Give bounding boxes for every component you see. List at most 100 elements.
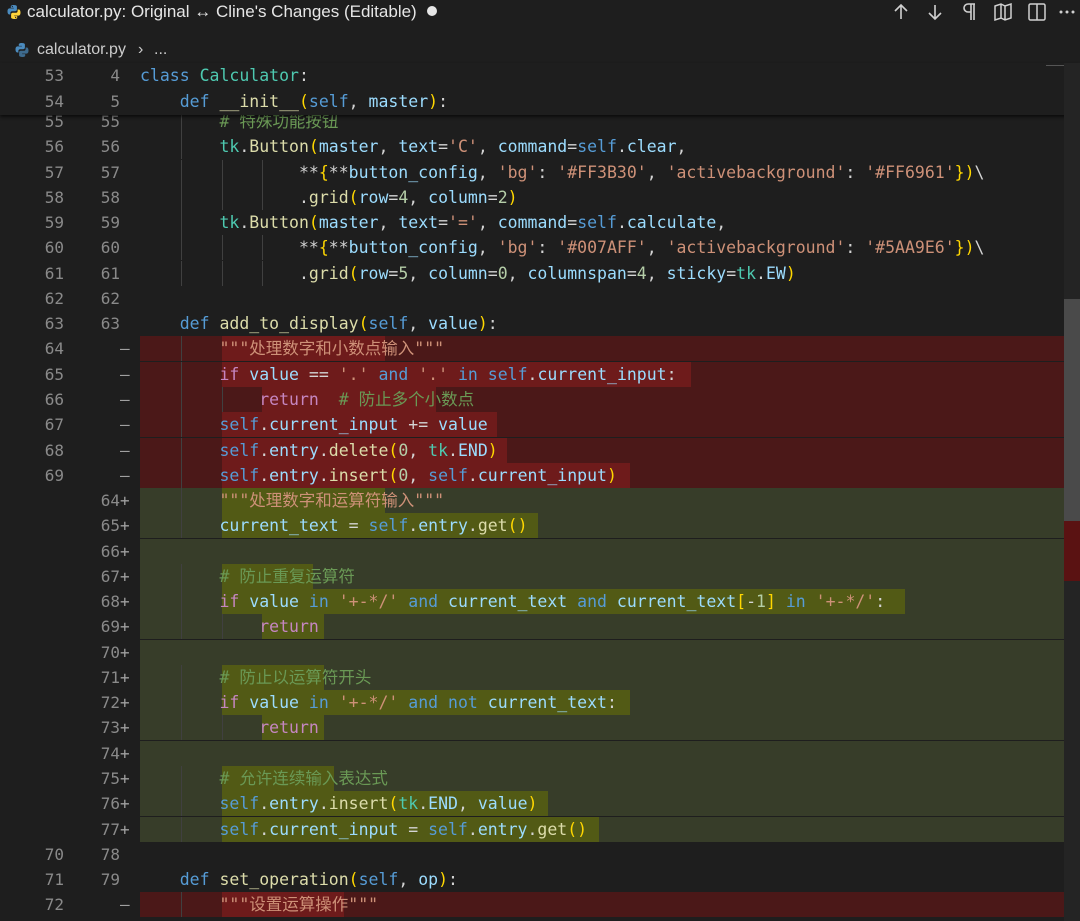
code-text: self.entry.insert(tk.END, value) xyxy=(219,794,538,814)
plus-icon: + xyxy=(120,642,130,662)
minus-icon: — xyxy=(120,339,130,359)
modified-line-number: 62 xyxy=(100,288,120,308)
modified-line-number: 78 xyxy=(100,844,120,864)
inserted-line[interactable]: 65 + current_text = self.entry.get() xyxy=(0,513,1080,539)
code-line[interactable]: 53 4 class Calculator: xyxy=(0,63,1080,88)
deleted-line[interactable]: 65 — if value == '.' and '.' in self.curr… xyxy=(0,361,1080,387)
code-line[interactable]: 61 61 .grid(row=5, column=0, columnspan=4… xyxy=(0,260,1080,286)
modified-line-number: 60 xyxy=(100,238,120,258)
code-text: """处理数字和小数点输入""" xyxy=(219,339,445,359)
editor-tab[interactable]: calculator.py: Original ↔ Cline's Change… xyxy=(0,0,1080,26)
code-text: return xyxy=(259,718,319,738)
original-line-number: 71 xyxy=(44,870,64,890)
inserted-line[interactable]: 70 + xyxy=(0,639,1080,665)
code-line[interactable]: 58 58 .grid(row=4, column=2) xyxy=(0,184,1080,210)
arrow-down-icon[interactable] xyxy=(922,0,948,24)
minus-icon: — xyxy=(120,364,130,384)
plus-icon: + xyxy=(120,491,130,511)
inserted-line[interactable]: 72 + if value in '+-*/' and not current_t… xyxy=(0,690,1080,716)
minus-icon: — xyxy=(120,895,130,915)
original-line-number: 56 xyxy=(44,137,64,157)
arrow-up-icon[interactable] xyxy=(888,0,914,24)
breadcrumb-symbols[interactable]: ... xyxy=(154,41,167,59)
code-text: if value in '+-*/' and not current_text: xyxy=(219,693,617,713)
inserted-line[interactable]: 69 + return xyxy=(0,614,1080,640)
deleted-line[interactable]: 67 — self.current_input += value xyxy=(0,412,1080,438)
plus-icon: + xyxy=(120,693,130,713)
code-line[interactable]: 57 57 **{**button_config, 'bg': '#FF3B30'… xyxy=(0,159,1080,185)
inserted-line[interactable]: 75 + # 允许连续输入表达式 xyxy=(0,766,1080,792)
modified-line-number: 70 xyxy=(100,642,120,662)
code-line[interactable]: 71 79 def set_operation(self, op): xyxy=(0,867,1080,892)
plus-icon: + xyxy=(120,667,130,687)
plus-icon: + xyxy=(120,794,130,814)
deleted-line[interactable]: 69 — self.entry.insert(0, self.current_in… xyxy=(0,462,1080,488)
overview-ruler-line xyxy=(1046,65,1064,66)
inserted-line[interactable]: 66 + xyxy=(0,538,1080,564)
modified-line-number: 75 xyxy=(100,769,120,789)
modified-line-number: 68 xyxy=(100,592,120,612)
scrollbar-thumb[interactable] xyxy=(1064,299,1080,521)
code-line[interactable]: 62 62 xyxy=(0,286,1080,311)
original-line-number: 53 xyxy=(44,66,64,85)
modified-line-number: 57 xyxy=(100,162,120,182)
add-line-background xyxy=(140,639,1064,665)
inserted-line[interactable]: 64 + """处理数字和运算符输入""" xyxy=(0,488,1080,514)
inserted-line[interactable]: 71 + # 防止以运算符开头 xyxy=(0,664,1080,690)
code-text: .grid(row=5, column=0, columnspan=4, sti… xyxy=(298,263,796,283)
deleted-line[interactable]: 66 — return # 防止多个小数点 xyxy=(0,386,1080,412)
code-line[interactable]: 54 5 def __init__(self, master): xyxy=(0,89,1080,114)
add-line-background xyxy=(140,538,1064,564)
original-line-number: 54 xyxy=(44,91,64,111)
inserted-line[interactable]: 67 + # 防止重复运算符 xyxy=(0,563,1080,589)
code-line[interactable]: 56 56 tk.Button(master, text='C', command… xyxy=(0,134,1080,160)
deleted-line[interactable]: 64 — """处理数字和小数点输入""" xyxy=(0,336,1080,362)
breadcrumb-file[interactable]: calculator.py xyxy=(37,41,126,59)
deleted-line[interactable]: 72 — """设置运算操作""" xyxy=(0,892,1080,918)
plus-icon: + xyxy=(120,743,130,763)
plus-icon: + xyxy=(120,566,130,586)
code-text: tk.Button(master, text='=', command=self… xyxy=(219,213,727,233)
vertical-scrollbar[interactable] xyxy=(1064,63,1080,921)
modified-line-number: 73 xyxy=(100,718,120,738)
book-icon[interactable] xyxy=(990,0,1016,24)
modified-line-number: 79 xyxy=(100,870,120,890)
code-text: **{**button_config, 'bg': '#FF3B30', 'ac… xyxy=(298,162,985,182)
original-line-number: 64 xyxy=(44,339,64,359)
modified-line-number: 69 xyxy=(100,617,120,637)
modified-line-number: 77 xyxy=(100,819,120,839)
code-text: # 防止重复运算符 xyxy=(219,566,355,586)
inserted-line[interactable]: 74 + xyxy=(0,740,1080,766)
split-editor-icon[interactable] xyxy=(1024,0,1050,24)
plus-icon: + xyxy=(120,592,130,612)
minus-icon: — xyxy=(120,465,130,485)
plus-icon: + xyxy=(120,769,130,789)
inserted-line[interactable]: 76 + self.entry.insert(tk.END, value) xyxy=(0,791,1080,817)
code-line[interactable]: 60 60 **{**button_config, 'bg': '#007AFF'… xyxy=(0,235,1080,261)
code-line[interactable]: 63 63 def add_to_display(self, value): xyxy=(0,311,1080,336)
code-line[interactable]: 59 59 tk.Button(master, text='=', command… xyxy=(0,210,1080,236)
modified-line-number: 64 xyxy=(100,491,120,511)
code-text: if value == '.' and '.' in self.current_… xyxy=(219,364,677,384)
inserted-line[interactable]: 68 + if value in '+-*/' and current_text … xyxy=(0,589,1080,615)
sticky-scroll-header[interactable]: 53 4 class Calculator: 54 5 def __init__(sel… xyxy=(0,63,1080,115)
more-icon[interactable] xyxy=(1054,0,1080,24)
minus-icon: — xyxy=(120,440,130,460)
original-line-number: 72 xyxy=(44,895,64,915)
inserted-line[interactable]: 77 + self.current_input = self.entry.get(… xyxy=(0,816,1080,842)
diff-editor[interactable]: 55 55 # 特殊功能按钮 56 56 tk.Button(master, text… xyxy=(0,63,1080,921)
modified-line-number: 72 xyxy=(100,693,120,713)
code-line[interactable]: 70 78 xyxy=(0,842,1080,867)
unsaved-indicator-dot[interactable] xyxy=(427,6,437,16)
plus-icon: + xyxy=(120,718,130,738)
modified-line-number: 61 xyxy=(100,263,120,283)
modified-line-number: 74 xyxy=(100,743,120,763)
pilcrow-icon[interactable] xyxy=(956,0,982,24)
plus-icon: + xyxy=(120,617,130,637)
original-line-number: 68 xyxy=(44,440,64,460)
inserted-line[interactable]: 73 + return xyxy=(0,715,1080,741)
plus-icon: + xyxy=(120,819,130,839)
deleted-line[interactable]: 68 — self.entry.delete(0, tk.END) xyxy=(0,437,1080,463)
modified-line-number: 59 xyxy=(100,213,120,233)
code-text: # 防止以运算符开头 xyxy=(219,667,372,687)
